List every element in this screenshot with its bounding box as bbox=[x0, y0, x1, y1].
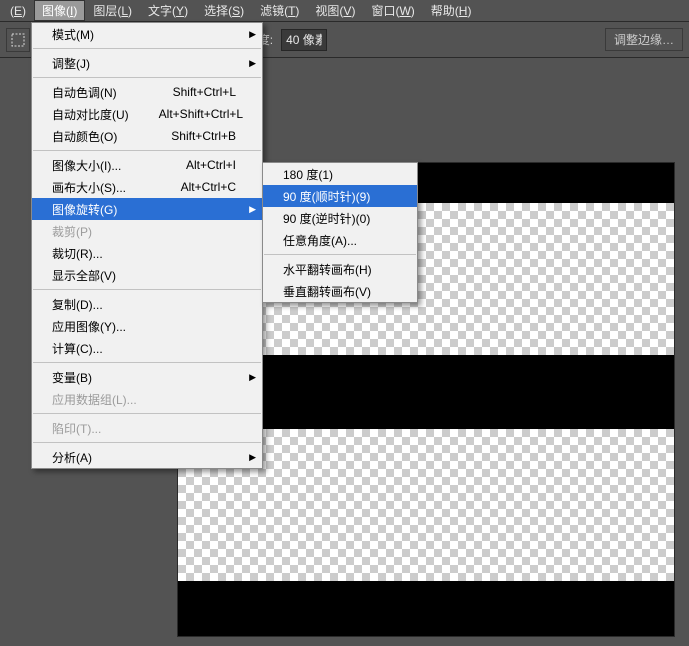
menubar-item-4[interactable]: 选择(S) bbox=[196, 0, 252, 21]
image-menu-separator bbox=[33, 413, 261, 414]
height-input[interactable] bbox=[281, 29, 327, 51]
image-menu-item-16[interactable]: 应用图像(Y)... bbox=[32, 315, 262, 337]
image-menu-separator bbox=[33, 362, 261, 363]
image-menu-item-label: 自动对比度(U) bbox=[52, 106, 129, 123]
rotation-submenu-item-label: 180 度(1) bbox=[283, 166, 333, 183]
image-menu-item-label: 复制(D)... bbox=[52, 296, 103, 313]
menubar-item-2[interactable]: 图层(L) bbox=[85, 0, 140, 21]
image-menu-item-4[interactable]: 自动色调(N) Shift+Ctrl+L bbox=[32, 81, 262, 103]
rotation-submenu-separator bbox=[264, 254, 416, 255]
image-rotation-submenu[interactable]: 180 度(1) 90 度(顺时针)(9) 90 度(逆时针)(0) 任意角度(A).… bbox=[262, 162, 418, 303]
rotation-submenu-item-label: 垂直翻转画布(V) bbox=[283, 283, 371, 300]
image-menu[interactable]: 模式(M)调整(J)自动色调(N)Shift+Ctrl+L自动对比度(U)Alt… bbox=[31, 22, 263, 469]
image-menu-separator bbox=[33, 48, 261, 49]
image-menu-separator bbox=[33, 77, 261, 78]
image-menu-item-15[interactable]: 复制(D)... bbox=[32, 293, 262, 315]
menubar: (E)图像(I)图层(L)文字(Y)选择(S)滤镜(T)视图(V)窗口(W)帮助… bbox=[0, 0, 689, 22]
rotation-submenu-item-label: 90 度(顺时针)(9) bbox=[283, 188, 370, 205]
rotation-submenu-item-2[interactable]: 90 度(逆时针)(0) bbox=[263, 207, 417, 229]
image-menu-item-label: 画布大小(S)... bbox=[52, 179, 126, 196]
menubar-item-5[interactable]: 滤镜(T) bbox=[252, 0, 307, 21]
image-menu-item-label: 自动颜色(O) bbox=[52, 128, 117, 145]
image-menu-item-6[interactable]: 自动颜色(O) Shift+Ctrl+B bbox=[32, 125, 262, 147]
menubar-item-8[interactable]: 帮助(H) bbox=[423, 0, 480, 21]
menubar-item-3[interactable]: 文字(Y) bbox=[140, 0, 196, 21]
image-menu-item-19[interactable]: 变量(B) bbox=[32, 366, 262, 388]
rotation-submenu-item-label: 水平翻转画布(H) bbox=[283, 261, 372, 278]
refine-edge-button[interactable]: 调整边缘… bbox=[605, 28, 683, 51]
rotation-submenu-item-1[interactable]: 90 度(顺时针)(9) bbox=[263, 185, 417, 207]
image-menu-item-label: 陷印(T)... bbox=[52, 420, 101, 437]
rotation-submenu-item-3[interactable]: 任意角度(A)... bbox=[263, 229, 417, 251]
image-menu-item-label: 裁剪(P) bbox=[52, 223, 92, 240]
rotation-submenu-item-label: 任意角度(A)... bbox=[283, 232, 357, 249]
image-menu-item-label: 应用数据组(L)... bbox=[52, 391, 137, 408]
image-menu-item-17[interactable]: 计算(C)... bbox=[32, 337, 262, 359]
image-menu-item-label: 裁切(R)... bbox=[52, 245, 103, 262]
image-menu-item-13[interactable]: 显示全部(V) bbox=[32, 264, 262, 286]
image-menu-item-shortcut: Shift+Ctrl+B bbox=[141, 129, 236, 143]
image-menu-item-label: 自动色调(N) bbox=[52, 84, 117, 101]
image-menu-item-label: 应用图像(Y)... bbox=[52, 318, 126, 335]
image-menu-item-0[interactable]: 模式(M) bbox=[32, 23, 262, 45]
image-menu-item-11: 裁剪(P) bbox=[32, 220, 262, 242]
image-menu-separator bbox=[33, 442, 261, 443]
image-menu-separator bbox=[33, 289, 261, 290]
image-menu-item-label: 变量(B) bbox=[52, 369, 92, 386]
rotation-submenu-item-6[interactable]: 垂直翻转画布(V) bbox=[263, 280, 417, 302]
menubar-item-6[interactable]: 视图(V) bbox=[307, 0, 363, 21]
rotation-submenu-item-label: 90 度(逆时针)(0) bbox=[283, 210, 370, 227]
image-menu-item-10[interactable]: 图像旋转(G) bbox=[32, 198, 262, 220]
image-menu-separator bbox=[33, 150, 261, 151]
image-menu-item-24[interactable]: 分析(A) bbox=[32, 446, 262, 468]
image-menu-item-label: 分析(A) bbox=[52, 449, 92, 466]
menubar-item-1[interactable]: 图像(I) bbox=[34, 0, 85, 21]
image-menu-item-shortcut: Alt+Ctrl+C bbox=[151, 180, 236, 194]
image-menu-item-label: 计算(C)... bbox=[52, 340, 103, 357]
image-menu-item-label: 调整(J) bbox=[52, 55, 90, 72]
menubar-item-0[interactable]: (E) bbox=[2, 2, 34, 20]
image-menu-item-label: 模式(M) bbox=[52, 26, 94, 43]
image-menu-item-12[interactable]: 裁切(R)... bbox=[32, 242, 262, 264]
image-menu-item-9[interactable]: 画布大小(S)... Alt+Ctrl+C bbox=[32, 176, 262, 198]
image-menu-item-label: 图像旋转(G) bbox=[52, 201, 117, 218]
image-menu-item-5[interactable]: 自动对比度(U)Alt+Shift+Ctrl+L bbox=[32, 103, 262, 125]
dashed-rect-icon bbox=[10, 32, 26, 48]
image-menu-item-8[interactable]: 图像大小(I)... Alt+Ctrl+I bbox=[32, 154, 262, 176]
rotation-submenu-item-0[interactable]: 180 度(1) bbox=[263, 163, 417, 185]
rotation-submenu-item-5[interactable]: 水平翻转画布(H) bbox=[263, 258, 417, 280]
image-menu-item-22: 陷印(T)... bbox=[32, 417, 262, 439]
menubar-item-7[interactable]: 窗口(W) bbox=[363, 0, 422, 21]
image-menu-item-20: 应用数据组(L)... bbox=[32, 388, 262, 410]
image-menu-item-label: 显示全部(V) bbox=[52, 267, 116, 284]
image-menu-item-label: 图像大小(I)... bbox=[52, 157, 121, 174]
image-menu-item-shortcut: Alt+Ctrl+I bbox=[156, 158, 236, 172]
image-menu-item-shortcut: Alt+Shift+Ctrl+L bbox=[129, 107, 243, 121]
image-menu-item-shortcut: Shift+Ctrl+L bbox=[143, 85, 236, 99]
marquee-tool-icon[interactable] bbox=[6, 28, 30, 52]
image-menu-item-2[interactable]: 调整(J) bbox=[32, 52, 262, 74]
